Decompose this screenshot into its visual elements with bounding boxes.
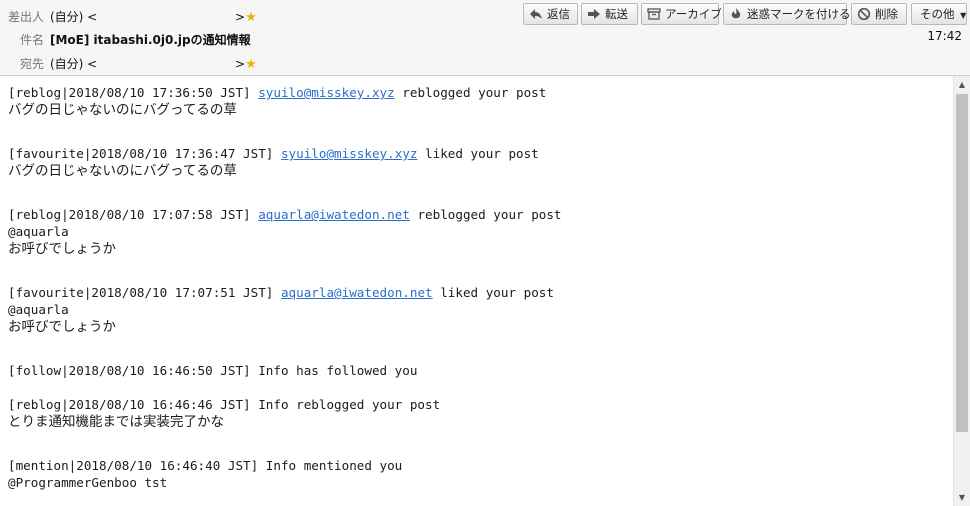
message-body: [reblog|2018/08/10 17:36:50 JST] syuilo@… bbox=[0, 76, 953, 506]
to-suffix: > bbox=[235, 57, 246, 71]
notification-entry: [mention|2018/08/10 16:46:40 JST] Info m… bbox=[8, 457, 402, 491]
from-suffix: > bbox=[235, 10, 246, 24]
archive-label: アーカイブ bbox=[665, 7, 722, 21]
notification-action: reblogged your post bbox=[394, 85, 547, 100]
subject-label: 件名 bbox=[19, 33, 44, 47]
from-address-end: >★ bbox=[235, 6, 257, 29]
notification-body-line: バグの日じゃないのにバグってるの草 bbox=[8, 102, 237, 118]
scroll-thumb[interactable] bbox=[956, 94, 968, 432]
junk-flame-icon bbox=[731, 8, 741, 19]
notification-entry: [favourite|2018/08/10 17:07:51 JST] aqua… bbox=[8, 284, 554, 337]
notification-body-line: @ProgrammerGenboo tst bbox=[8, 475, 168, 490]
to-address-end: >★ bbox=[235, 53, 257, 76]
notification-entry: [follow|2018/08/10 16:46:50 JST] Info ha… bbox=[8, 362, 417, 379]
reply-button[interactable]: 返信 bbox=[523, 3, 578, 25]
notification-body-line: お呼びでしょうか bbox=[8, 319, 116, 335]
notification-header-line: [reblog|2018/08/10 16:46:46 JST] Info re… bbox=[8, 396, 440, 413]
mark-junk-button[interactable]: 迷惑マークを付ける bbox=[723, 3, 851, 25]
delete-circle-icon bbox=[857, 7, 871, 21]
chevron-down-icon: ▼ bbox=[960, 11, 967, 20]
notification-header-line: [mention|2018/08/10 16:46:40 JST] Info m… bbox=[8, 457, 402, 474]
notification-prefix: [follow|2018/08/10 16:46:50 JST] Info ha… bbox=[8, 363, 418, 378]
notification-prefix: [favourite|2018/08/10 17:36:47 JST] bbox=[8, 146, 281, 161]
notification-body-line: とりま通知機能までは実装完了かな bbox=[8, 414, 224, 430]
vertical-scrollbar[interactable]: ▲ ▼ bbox=[953, 76, 970, 506]
scroll-down-arrow-icon[interactable]: ▼ bbox=[954, 489, 970, 506]
message-header: 差出人 (自分) < >★ 件名 [MoE] itabashi.0j0.jpの通… bbox=[0, 0, 970, 76]
archive-box-icon bbox=[647, 8, 661, 20]
user-link[interactable]: aquarla@iwatedon.net bbox=[258, 207, 410, 222]
user-link[interactable]: aquarla@iwatedon.net bbox=[281, 285, 433, 300]
notification-entry: [favourite|2018/08/10 17:36:47 JST] syui… bbox=[8, 145, 539, 181]
notification-body-line: お呼びでしょうか bbox=[8, 241, 116, 257]
from-value[interactable]: (自分) < bbox=[50, 6, 97, 28]
notification-prefix: [reblog|2018/08/10 16:46:46 JST] Info re… bbox=[8, 397, 441, 412]
notification-prefix: [mention|2018/08/10 16:46:40 JST] Info m… bbox=[8, 458, 403, 473]
notification-action: liked your post bbox=[432, 285, 554, 300]
archive-button[interactable]: アーカイブ bbox=[641, 3, 722, 25]
notification-prefix: [reblog|2018/08/10 17:07:58 JST] bbox=[8, 207, 259, 222]
to-label: 宛先 bbox=[19, 57, 44, 71]
notification-entry: [reblog|2018/08/10 17:36:50 JST] syuilo@… bbox=[8, 84, 546, 120]
forward-button[interactable]: 転送 bbox=[581, 3, 638, 25]
forward-arrow-icon bbox=[588, 9, 600, 19]
delete-button[interactable]: 削除 bbox=[851, 3, 907, 25]
delete-label: 削除 bbox=[875, 7, 898, 21]
subject-value: [MoE] itabashi.0j0.jpの通知情報 bbox=[50, 33, 251, 47]
notification-header-line: [favourite|2018/08/10 17:07:51 JST] aqua… bbox=[8, 284, 554, 301]
scroll-up-arrow-icon[interactable]: ▲ bbox=[954, 76, 970, 93]
notification-prefix: [favourite|2018/08/10 17:07:51 JST] bbox=[8, 285, 281, 300]
to-row: 宛先 (自分) < >★ bbox=[0, 53, 520, 75]
notification-body-line: @aquarla bbox=[8, 224, 69, 239]
notification-header-line: [reblog|2018/08/10 17:36:50 JST] syuilo@… bbox=[8, 84, 546, 101]
star-icon[interactable]: ★ bbox=[245, 10, 257, 25]
more-button[interactable]: その他 ▼ bbox=[911, 3, 967, 25]
more-label: その他 bbox=[920, 7, 955, 21]
reply-label: 返信 bbox=[547, 7, 570, 21]
reply-arrow-icon bbox=[530, 9, 542, 19]
star-icon[interactable]: ★ bbox=[245, 57, 257, 72]
notification-body-line: バグの日じゃないのにバグってるの草 bbox=[8, 163, 237, 179]
notification-entry: [reblog|2018/08/10 16:46:46 JST] Info re… bbox=[8, 396, 440, 432]
from-row: 差出人 (自分) < >★ bbox=[0, 6, 520, 28]
to-value[interactable]: (自分) < bbox=[50, 53, 97, 75]
from-label: 差出人 bbox=[7, 10, 44, 24]
subject-row: 件名 [MoE] itabashi.0j0.jpの通知情報 bbox=[0, 29, 700, 51]
notification-header-line: [follow|2018/08/10 16:46:50 JST] Info ha… bbox=[8, 362, 417, 379]
user-link[interactable]: syuilo@misskey.xyz bbox=[258, 85, 394, 100]
user-link[interactable]: syuilo@misskey.xyz bbox=[281, 146, 417, 161]
notification-header-line: [favourite|2018/08/10 17:36:47 JST] syui… bbox=[8, 145, 539, 162]
notification-action: reblogged your post bbox=[409, 207, 562, 222]
notification-action: liked your post bbox=[417, 146, 539, 161]
mark-junk-label: 迷惑マークを付ける bbox=[747, 7, 851, 21]
notification-body-line: @aquarla bbox=[8, 302, 69, 317]
notification-header-line: [reblog|2018/08/10 17:07:58 JST] aquarla… bbox=[8, 206, 562, 223]
notification-prefix: [reblog|2018/08/10 17:36:50 JST] bbox=[8, 85, 259, 100]
forward-label: 転送 bbox=[605, 7, 628, 21]
message-time: 17:42 bbox=[927, 29, 962, 43]
notification-entry: [reblog|2018/08/10 17:07:58 JST] aquarla… bbox=[8, 206, 562, 259]
